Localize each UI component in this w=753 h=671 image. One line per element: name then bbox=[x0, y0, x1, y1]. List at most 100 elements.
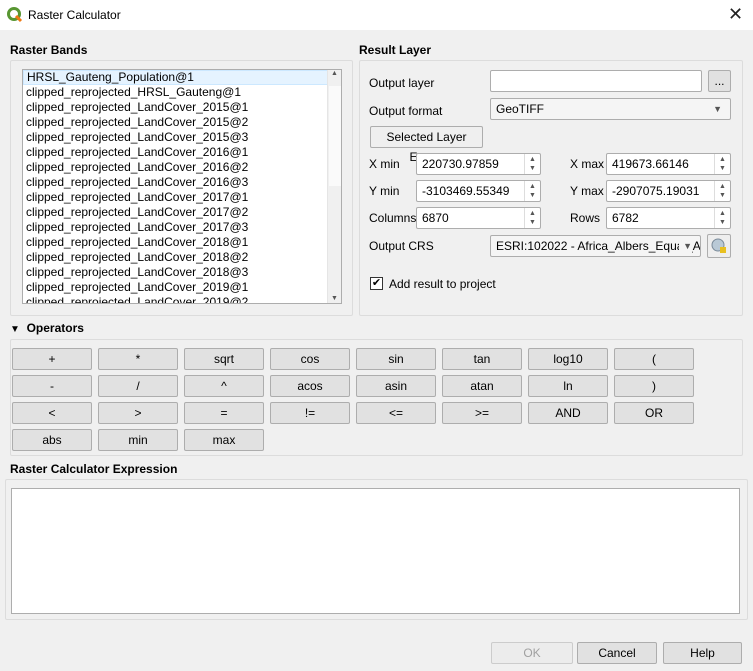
band-list-item[interactable]: clipped_reprojected_LandCover_2017@2 bbox=[23, 205, 341, 220]
spin-arrows-icon[interactable]: ▲ ▼ bbox=[524, 208, 540, 228]
output-format-label: Output format bbox=[369, 104, 443, 118]
close-icon[interactable]: ✕ bbox=[728, 4, 743, 25]
band-list-item[interactable]: clipped_reprojected_LandCover_2019@1 bbox=[23, 280, 341, 295]
globe-icon bbox=[711, 238, 726, 253]
operator-button[interactable]: min bbox=[98, 429, 178, 451]
operator-button[interactable]: / bbox=[98, 375, 178, 397]
band-list-item[interactable]: clipped_reprojected_LandCover_2017@3 bbox=[23, 220, 341, 235]
xmax-label: X max bbox=[570, 157, 605, 171]
title-bar: Raster Calculator ✕ bbox=[0, 0, 753, 30]
chevron-down-icon: ▼ bbox=[679, 236, 692, 256]
operator-button[interactable]: acos bbox=[270, 375, 350, 397]
operator-button[interactable]: ln bbox=[528, 375, 608, 397]
operators-heading[interactable]: ▼ Operators bbox=[10, 321, 84, 335]
collapse-triangle-icon[interactable]: ▼ bbox=[10, 324, 20, 335]
operator-button[interactable]: ) bbox=[614, 375, 694, 397]
operator-button[interactable]: AND bbox=[528, 402, 608, 424]
band-list-item[interactable]: clipped_reprojected_LandCover_2015@3 bbox=[23, 130, 341, 145]
band-list-item[interactable]: clipped_reprojected_LandCover_2016@1 bbox=[23, 145, 341, 160]
ymin-spinbox[interactable]: -3103469.55349 ▲ ▼ bbox=[416, 180, 541, 202]
operators-heading-text: Operators bbox=[26, 321, 84, 335]
selected-layer-extent-button[interactable]: Selected Layer Extent bbox=[370, 126, 483, 164]
xmin-value: 220730.97859 bbox=[422, 157, 499, 171]
qgis-logo-icon bbox=[7, 7, 23, 23]
rows-value: 6782 bbox=[612, 211, 639, 225]
spin-arrows-icon[interactable]: ▲ ▼ bbox=[714, 181, 730, 201]
scroll-up-icon[interactable]: ▲ bbox=[328, 70, 341, 77]
scroll-thumb[interactable] bbox=[329, 86, 341, 186]
output-crs-label: Output CRS bbox=[369, 239, 434, 253]
result-layer-heading: Result Layer bbox=[359, 43, 432, 57]
rows-spinbox[interactable]: 6782 ▲ ▼ bbox=[606, 207, 731, 229]
operator-button[interactable]: abs bbox=[12, 429, 92, 451]
output-layer-label: Output layer bbox=[369, 76, 435, 90]
operator-button[interactable]: - bbox=[12, 375, 92, 397]
operator-button[interactable]: != bbox=[270, 402, 350, 424]
output-layer-input[interactable] bbox=[490, 70, 702, 92]
operator-button[interactable]: >= bbox=[442, 402, 522, 424]
spin-arrows-icon[interactable]: ▲ ▼ bbox=[524, 154, 540, 174]
chevron-down-icon: ▼ bbox=[713, 104, 722, 114]
output-format-value: GeoTIFF bbox=[496, 102, 545, 116]
operator-button[interactable]: max bbox=[184, 429, 264, 451]
cancel-button[interactable]: Cancel bbox=[577, 642, 657, 664]
output-format-select[interactable]: GeoTIFF ▼ bbox=[490, 98, 731, 120]
rows-label: Rows bbox=[570, 211, 601, 225]
raster-bands-list[interactable]: HRSL_Gauteng_Population@1 clipped_reproje… bbox=[22, 69, 342, 304]
operator-button[interactable]: + bbox=[12, 348, 92, 370]
band-list-item[interactable]: clipped_reprojected_LandCover_2017@1 bbox=[23, 190, 341, 205]
band-list-item[interactable]: clipped_reprojected_LandCover_2018@1 bbox=[23, 235, 341, 250]
operator-button[interactable]: atan bbox=[442, 375, 522, 397]
band-list-item[interactable]: clipped_reprojected_LandCover_2016@2 bbox=[23, 160, 341, 175]
ymax-spinbox[interactable]: -2907075.19031 ▲ ▼ bbox=[606, 180, 731, 202]
spin-arrows-icon[interactable]: ▲ ▼ bbox=[714, 208, 730, 228]
columns-label: Columns bbox=[369, 211, 417, 225]
spin-arrows-icon[interactable]: ▲ ▼ bbox=[524, 181, 540, 201]
crs-selector-button[interactable] bbox=[707, 234, 731, 258]
operator-button[interactable]: < bbox=[12, 402, 92, 424]
columns-value: 6870 bbox=[422, 211, 449, 225]
band-list-item[interactable]: HRSL_Gauteng_Population@1 bbox=[23, 70, 341, 85]
ymax-label: Y max bbox=[570, 184, 604, 198]
add-result-checkbox[interactable]: ✔ bbox=[370, 277, 383, 290]
columns-spinbox[interactable]: 6870 ▲ ▼ bbox=[416, 207, 541, 229]
operator-button[interactable]: ^ bbox=[184, 375, 264, 397]
band-list-item[interactable]: clipped_reprojected_LandCover_2016@3 bbox=[23, 175, 341, 190]
operator-button[interactable]: OR bbox=[614, 402, 694, 424]
expression-textarea[interactable] bbox=[11, 488, 740, 614]
band-list-item[interactable]: clipped_reprojected_LandCover_2015@2 bbox=[23, 115, 341, 130]
band-list-item[interactable]: clipped_reprojected_LandCover_2019@2 bbox=[23, 295, 341, 303]
band-list-item[interactable]: clipped_reprojected_LandCover_2015@1 bbox=[23, 100, 341, 115]
ymax-value: -2907075.19031 bbox=[612, 184, 700, 198]
operator-button[interactable]: asin bbox=[356, 375, 436, 397]
operator-button[interactable]: * bbox=[98, 348, 178, 370]
operator-button[interactable]: > bbox=[98, 402, 178, 424]
operator-button[interactable]: tan bbox=[442, 348, 522, 370]
operator-button[interactable]: ( bbox=[614, 348, 694, 370]
operator-button[interactable]: sqrt bbox=[184, 348, 264, 370]
band-list-item[interactable]: clipped_reprojected_LandCover_2018@3 bbox=[23, 265, 341, 280]
window-title: Raster Calculator bbox=[28, 8, 121, 22]
ymin-value: -3103469.55349 bbox=[422, 184, 510, 198]
band-list-item[interactable]: clipped_reprojected_HRSL_Gauteng@1 bbox=[23, 85, 341, 100]
operator-button[interactable]: <= bbox=[356, 402, 436, 424]
ymin-label: Y min bbox=[369, 184, 400, 198]
xmin-spinbox[interactable]: 220730.97859 ▲ ▼ bbox=[416, 153, 541, 175]
operator-button[interactable]: = bbox=[184, 402, 264, 424]
operator-button[interactable]: cos bbox=[270, 348, 350, 370]
scroll-down-icon[interactable]: ▼ bbox=[328, 295, 341, 302]
operator-button[interactable]: sin bbox=[356, 348, 436, 370]
help-button[interactable]: Help bbox=[663, 642, 742, 664]
band-list-item[interactable]: clipped_reprojected_LandCover_2018@2 bbox=[23, 250, 341, 265]
list-scrollbar[interactable]: ▲ ▼ bbox=[327, 70, 341, 303]
browse-button[interactable]: ... bbox=[708, 70, 731, 92]
xmax-value: 419673.66146 bbox=[612, 157, 689, 171]
output-crs-value: ESRI:102022 - Africa_Albers_Equal_Ar bbox=[496, 239, 701, 253]
output-crs-select[interactable]: ESRI:102022 - Africa_Albers_Equal_Ar ▼ bbox=[490, 235, 701, 257]
add-result-label: Add result to project bbox=[389, 277, 496, 291]
spin-arrows-icon[interactable]: ▲ ▼ bbox=[714, 154, 730, 174]
ok-button[interactable]: OK bbox=[491, 642, 573, 664]
operator-button[interactable]: log10 bbox=[528, 348, 608, 370]
xmax-spinbox[interactable]: 419673.66146 ▲ ▼ bbox=[606, 153, 731, 175]
xmin-label: X min bbox=[369, 157, 400, 171]
